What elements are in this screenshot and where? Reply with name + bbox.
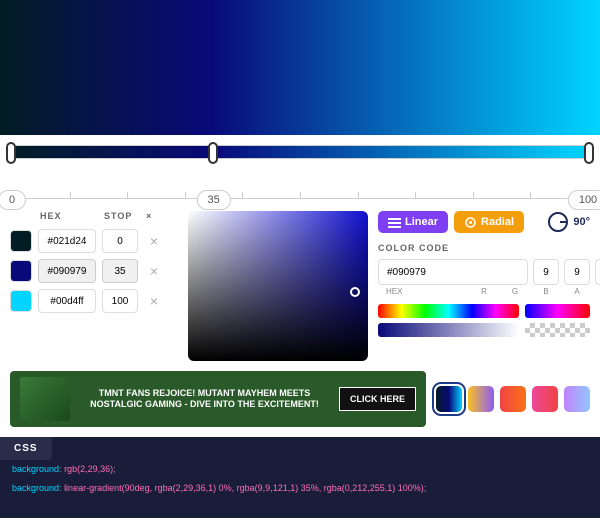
preset-swatch[interactable] xyxy=(468,386,494,412)
picker-cursor[interactable] xyxy=(350,287,360,297)
tab-radial-label: Radial xyxy=(481,216,514,228)
angle-dial[interactable] xyxy=(548,212,568,232)
g-input[interactable] xyxy=(564,259,590,285)
tab-linear[interactable]: Linear xyxy=(378,211,448,233)
header-hex: HEX xyxy=(40,211,98,221)
code-tab-css[interactable]: CSS xyxy=(0,437,52,460)
a-sublabel: A xyxy=(564,287,590,296)
stop-position-input[interactable] xyxy=(102,259,138,283)
ad-banner[interactable]: TMNT FANS REJOICE! MUTANT MAYHEM MEETS N… xyxy=(10,371,426,427)
gradient-track[interactable] xyxy=(10,145,590,159)
header-stop: STOP xyxy=(104,211,140,221)
color-code-label: COLOR CODE xyxy=(378,243,590,253)
code-line-2: background: linear-gradient(90deg, rgba(… xyxy=(0,479,600,498)
ruler-mid: 35 xyxy=(196,190,230,210)
ruler: 0 35 100 xyxy=(12,171,588,199)
stop-row[interactable]: × xyxy=(10,259,178,283)
hue-slider[interactable] xyxy=(378,304,519,318)
stop-row[interactable]: × xyxy=(10,229,178,253)
r-sublabel: R xyxy=(471,287,497,296)
code-line-1: background: rgb(2,29,36); xyxy=(0,460,600,479)
controls-panel: Linear Radial 90° COLOR CODE HEX R G B A xyxy=(378,211,590,361)
stop-swatch[interactable] xyxy=(10,290,32,312)
preset-swatch[interactable] xyxy=(500,386,526,412)
alpha-slider[interactable] xyxy=(378,323,519,337)
preset-swatch[interactable] xyxy=(436,386,462,412)
tab-linear-label: Linear xyxy=(405,216,438,228)
gradient-track-container xyxy=(0,135,600,163)
ad-button[interactable]: CLICK HERE xyxy=(339,387,416,411)
code-panel: CSS background: rgb(2,29,36); background… xyxy=(0,437,600,518)
ruler-max: 100 xyxy=(568,190,600,210)
hex-input[interactable] xyxy=(378,259,528,285)
stops-panel: HEX STOP × × × × xyxy=(10,211,178,361)
b-input[interactable] xyxy=(595,259,600,285)
ad-image xyxy=(20,377,70,421)
angle-value: 90° xyxy=(573,216,590,228)
transparency-checker xyxy=(525,323,590,337)
preset-swatch[interactable] xyxy=(532,386,558,412)
linear-icon xyxy=(388,217,401,228)
preset-list xyxy=(436,386,590,412)
g-sublabel: G xyxy=(502,287,528,296)
stop-handle-2[interactable] xyxy=(584,142,594,164)
preset-swatch[interactable] xyxy=(564,386,590,412)
b-sublabel: B xyxy=(533,287,559,296)
radial-icon xyxy=(464,217,477,228)
hex-sublabel: HEX xyxy=(378,287,466,296)
stop-hex-input[interactable] xyxy=(38,259,96,283)
color-picker[interactable] xyxy=(188,211,368,361)
header-delete: × xyxy=(146,211,152,221)
gradient-preview xyxy=(0,0,600,135)
stop-swatch[interactable] xyxy=(10,230,32,252)
stop-row[interactable]: × xyxy=(10,289,178,313)
stop-position-input[interactable] xyxy=(102,289,138,313)
stop-delete-button[interactable]: × xyxy=(144,291,164,311)
stop-handle-0[interactable] xyxy=(6,142,16,164)
stop-hex-input[interactable] xyxy=(38,289,96,313)
stop-delete-button[interactable]: × xyxy=(144,231,164,251)
stop-handle-1[interactable] xyxy=(208,142,218,164)
stop-hex-input[interactable] xyxy=(38,229,96,253)
stop-swatch[interactable] xyxy=(10,260,32,282)
hue-slider-2[interactable] xyxy=(525,304,590,318)
ad-text: TMNT FANS REJOICE! MUTANT MAYHEM MEETS N… xyxy=(80,388,329,410)
r-input[interactable] xyxy=(533,259,559,285)
stop-position-input[interactable] xyxy=(102,229,138,253)
stop-delete-button[interactable]: × xyxy=(144,261,164,281)
ruler-min: 0 xyxy=(0,190,26,210)
tab-radial[interactable]: Radial xyxy=(454,211,524,233)
